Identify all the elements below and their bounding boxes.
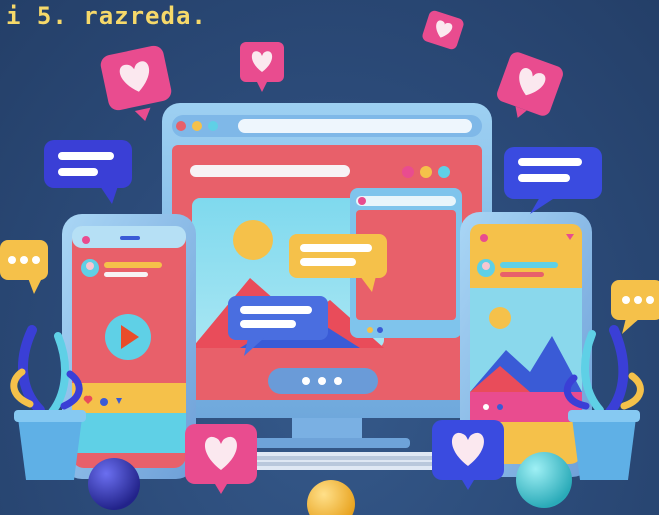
chat-bubble-icon bbox=[44, 140, 132, 204]
screen-text-line bbox=[190, 165, 350, 177]
sphere-icon bbox=[88, 458, 140, 510]
window-dot-cyan bbox=[208, 121, 218, 131]
window-dot-yellow bbox=[192, 121, 202, 131]
address-bar bbox=[238, 119, 472, 133]
sphere-icon bbox=[516, 452, 572, 508]
profile-icon bbox=[81, 259, 99, 277]
left-phone bbox=[62, 214, 196, 479]
window-dot-red bbox=[176, 121, 186, 131]
chat-bubble-icon bbox=[611, 280, 659, 334]
chat-bubble-icon bbox=[504, 147, 602, 214]
social-media-illustration bbox=[0, 10, 659, 515]
heart-icon bbox=[432, 420, 504, 490]
illustration-stage: i 5. razreda. bbox=[0, 0, 659, 515]
heart-icon bbox=[497, 52, 563, 118]
sphere-icon bbox=[307, 480, 355, 515]
heart-icon bbox=[185, 424, 257, 494]
chat-bubble-icon bbox=[0, 240, 48, 294]
heart-icon bbox=[422, 10, 464, 50]
keyboard bbox=[230, 452, 450, 470]
play-icon[interactable] bbox=[105, 314, 151, 360]
heart-icon bbox=[240, 42, 284, 92]
